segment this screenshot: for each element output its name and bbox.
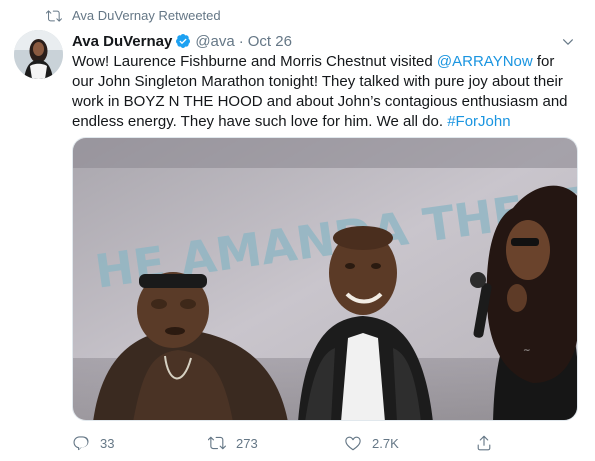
reply-button[interactable]: 33 — [72, 434, 114, 452]
reply-count: 33 — [100, 435, 115, 451]
svg-text:~: ~ — [523, 346, 531, 356]
like-button[interactable]: 2.7K — [344, 434, 399, 452]
retweet-context-label: Ava DuVernay Retweeted — [72, 8, 221, 23]
tweet-text: Wow! Laurence Fishburne and Morris Chest… — [72, 52, 572, 132]
author-display-name[interactable]: Ava DuVernay — [72, 33, 172, 50]
verified-badge-icon — [176, 34, 191, 48]
like-count: 2.7K — [372, 435, 399, 451]
separator-dot: · — [238, 32, 244, 50]
mention-link[interactable]: @ARRAYNow — [437, 53, 533, 70]
retweet-icon — [46, 10, 62, 22]
share-icon — [477, 435, 491, 451]
hashtag-link[interactable]: #ForJohn — [447, 113, 510, 130]
tweet-header: Ava DuVernay @ava · Oct 26 — [72, 31, 292, 51]
tweet-photo[interactable]: HE AMANDA THEATE ~ — [72, 137, 578, 421]
avatar[interactable] — [14, 30, 63, 79]
photo-illustration: HE AMANDA THEATE ~ — [73, 138, 577, 420]
retweet-icon — [208, 436, 226, 450]
share-button[interactable] — [475, 434, 493, 452]
tweet-timestamp[interactable]: Oct 26 — [248, 33, 292, 50]
chevron-down-icon[interactable] — [561, 35, 575, 49]
author-handle[interactable]: @ava — [195, 33, 234, 50]
reply-icon — [73, 436, 89, 451]
retweet-button[interactable]: 273 — [208, 434, 258, 452]
heart-icon — [345, 436, 361, 451]
retweet-count: 273 — [236, 435, 258, 451]
tweet-text-part-1: Wow! Laurence Fishburne and Morris Chest… — [72, 53, 437, 70]
tweet-actions: 33 273 2.7K — [72, 434, 578, 456]
